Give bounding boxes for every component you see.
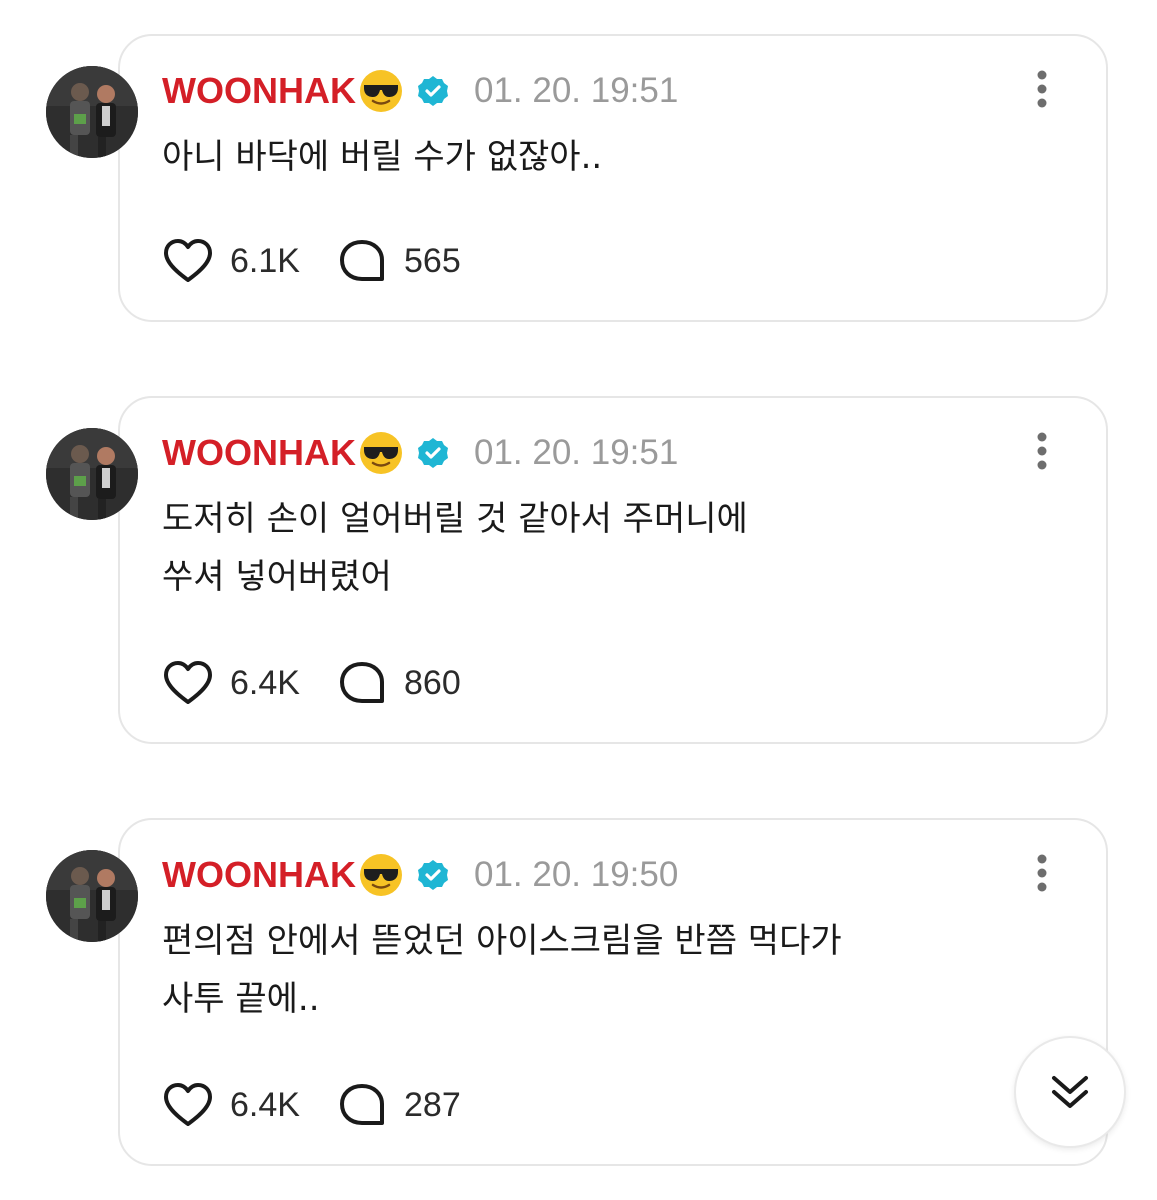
heart-icon	[164, 1083, 212, 1126]
verified-badge-icon	[417, 438, 448, 468]
comment-bubble-icon	[340, 240, 384, 281]
like-button[interactable]: 6.4K	[162, 1081, 336, 1129]
post-actions: 6.4K 860	[162, 658, 510, 708]
post-header: WOONHAK 01. 20. 19:50	[162, 850, 678, 900]
post-actions: 6.1K 565	[162, 236, 510, 286]
post-timestamp: 01. 20. 19:51	[473, 71, 679, 110]
post-timestamp: 01. 20. 19:51	[473, 433, 679, 472]
author-name[interactable]: WOONHAK	[162, 432, 356, 474]
comment-button[interactable]: 287	[336, 1081, 510, 1129]
comment-button[interactable]: 860	[336, 659, 510, 707]
avatar[interactable]	[46, 66, 138, 158]
post-text: 도저히 손이 얼어버릴 것 같아서 주머니에 쑤셔 넣어버렸어	[162, 499, 748, 597]
comment-count: 860	[404, 663, 461, 702]
comment-bubble-icon	[340, 1084, 384, 1125]
scroll-down-button[interactable]	[1014, 1036, 1126, 1148]
avatar[interactable]	[46, 850, 138, 942]
sunglasses-face-emoji-icon	[359, 432, 402, 474]
more-vertical-icon[interactable]	[1022, 850, 1062, 896]
avatar[interactable]	[46, 428, 138, 520]
sunglasses-face-emoji-icon	[359, 854, 402, 896]
post-header: WOONHAK 01. 20. 19:51	[162, 66, 678, 116]
post-timestamp: 01. 20. 19:50	[473, 855, 679, 894]
like-count: 6.4K	[230, 1085, 300, 1124]
more-vertical-icon[interactable]	[1022, 428, 1062, 474]
heart-icon	[164, 661, 212, 704]
verified-badge-icon	[417, 76, 448, 106]
author-name[interactable]: WOONHAK	[162, 70, 356, 112]
double-chevron-down-icon	[1052, 1076, 1088, 1108]
comment-count: 287	[404, 1085, 461, 1124]
sunglasses-face-emoji-icon	[359, 70, 402, 112]
post-text: 편의점 안에서 뜯었던 아이스크림을 반쯤 먹다가 사투 끝에..	[162, 921, 842, 1019]
comment-count: 565	[404, 241, 461, 280]
like-count: 6.1K	[230, 241, 300, 280]
like-button[interactable]: 6.1K	[162, 237, 336, 285]
like-button[interactable]: 6.4K	[162, 659, 336, 707]
heart-icon	[164, 239, 212, 282]
post-header: WOONHAK 01. 20. 19:51	[162, 428, 678, 478]
more-vertical-icon[interactable]	[1022, 66, 1062, 112]
like-count: 6.4K	[230, 663, 300, 702]
verified-badge-icon	[417, 860, 448, 890]
comment-button[interactable]: 565	[336, 237, 510, 285]
author-name[interactable]: WOONHAK	[162, 854, 356, 896]
post-actions: 6.4K 287	[162, 1080, 510, 1130]
post-text: 아니 바닥에 버릴 수가 없잖아..	[162, 137, 603, 177]
comment-bubble-icon	[340, 662, 384, 703]
